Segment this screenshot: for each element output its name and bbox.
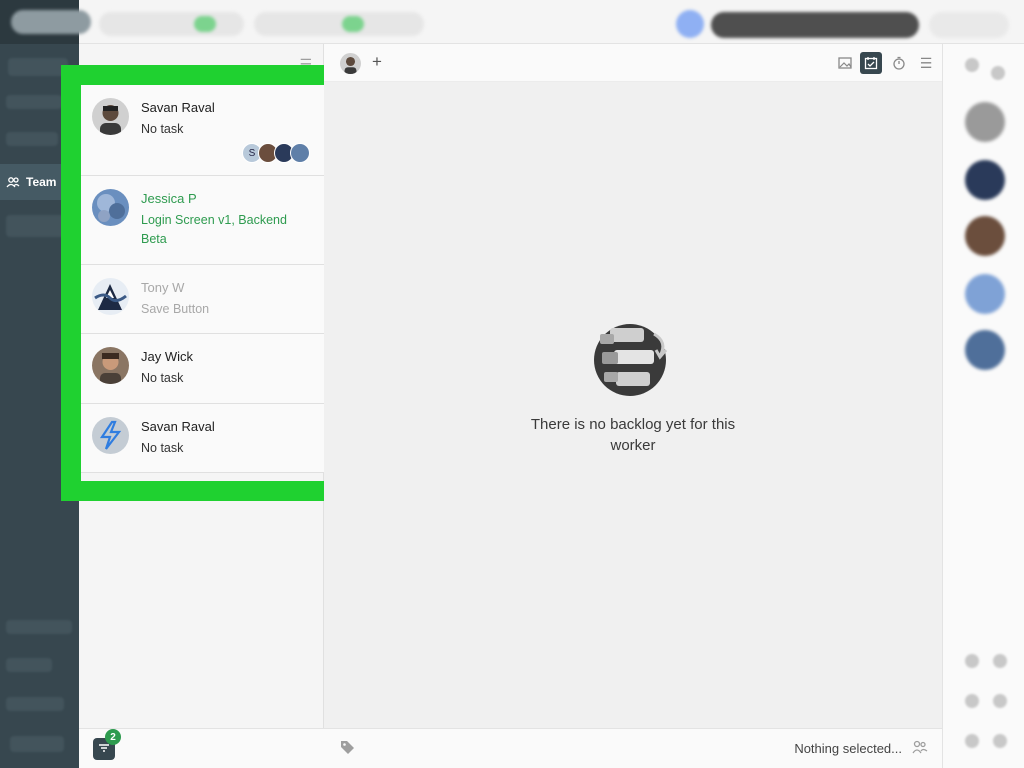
- selection-status: Nothing selected...: [794, 741, 902, 756]
- top-bar: [11, 0, 1024, 44]
- backlog-toolbar: + ☰: [324, 44, 942, 82]
- rail-avatar[interactable]: [965, 274, 1005, 314]
- gallery-icon[interactable]: [834, 52, 856, 74]
- people-icon[interactable]: [912, 740, 928, 757]
- sidebar-item-label: Team: [26, 175, 57, 189]
- empty-backlog-illustration: [594, 320, 672, 398]
- team-icon: [6, 175, 20, 189]
- tag-icon[interactable]: [340, 740, 355, 759]
- rail-avatar[interactable]: [965, 102, 1005, 142]
- rail-avatar[interactable]: [965, 216, 1005, 256]
- add-button[interactable]: +: [372, 52, 382, 72]
- rail-avatar[interactable]: [965, 160, 1005, 200]
- rail-avatar[interactable]: [965, 330, 1005, 370]
- calendar-icon[interactable]: [860, 52, 882, 74]
- avatar[interactable]: [340, 53, 361, 74]
- list-menu-icon[interactable]: ☰: [915, 52, 937, 74]
- empty-backlog-message: There is no backlog yet for this worker: [530, 416, 736, 454]
- highlight-frame: [61, 65, 348, 501]
- filter-count-badge: 2: [105, 729, 121, 745]
- backlog-area: + ☰ There is no backlog yet for this wor…: [324, 44, 942, 768]
- timer-icon[interactable]: [888, 52, 910, 74]
- backlog-footer: Nothing selected...: [324, 728, 942, 768]
- team-list-footer: 2: [79, 728, 324, 768]
- right-member-rail: [942, 44, 1024, 768]
